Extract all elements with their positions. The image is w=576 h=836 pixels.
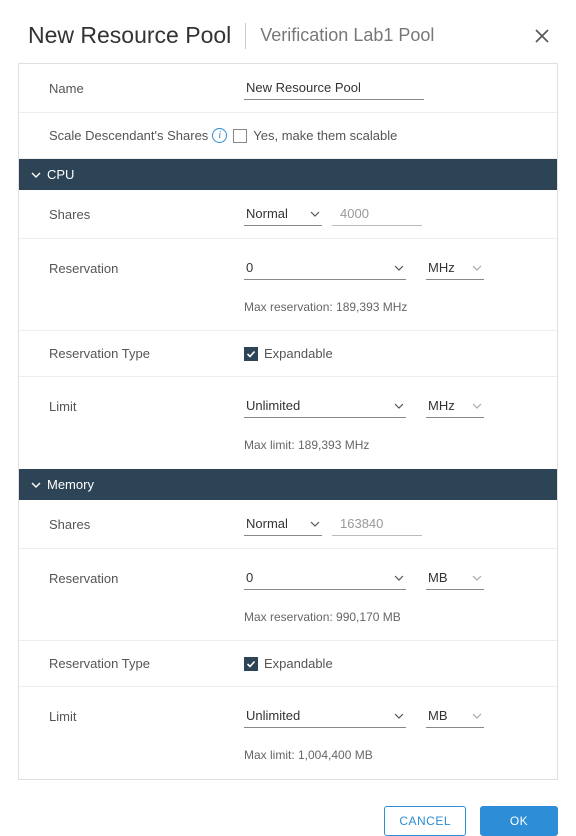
chevron-down-icon: [31, 480, 41, 490]
chevron-down-icon: [472, 401, 482, 411]
cpu-section-title: CPU: [47, 167, 74, 182]
memory-reservation-hint: Max reservation: 990,170 MB: [244, 610, 401, 624]
memory-reservation-hint-row: Max reservation: 990,170 MB: [19, 595, 557, 641]
memory-shares-level-select[interactable]: Normal: [244, 512, 322, 536]
memory-limit-unit: MB: [428, 708, 448, 723]
cpu-limit-hint-row: Max limit: 189,393 MHz: [19, 423, 557, 469]
memory-section-title: Memory: [47, 477, 94, 492]
memory-reservation-unit-select[interactable]: MB: [426, 566, 484, 590]
memory-limit-row: Limit Unlimited MB: [19, 687, 557, 733]
cpu-limit-label: Limit: [49, 399, 244, 414]
cpu-limit-unit-select[interactable]: MHz: [426, 394, 484, 418]
cpu-reservation-hint-row: Max reservation: 189,393 MHz: [19, 285, 557, 331]
scale-label: Scale Descendant's Shares: [49, 128, 208, 143]
cpu-reservation-unit-select[interactable]: MHz: [426, 256, 484, 280]
memory-limit-hint-row: Max limit: 1,004,400 MB: [19, 733, 557, 779]
cpu-reservation-row: Reservation 0 MHz: [19, 239, 557, 285]
chevron-down-icon: [310, 519, 320, 529]
chevron-down-icon: [394, 573, 404, 583]
memory-section-header[interactable]: Memory: [19, 469, 557, 500]
dialog: New Resource Pool Verification Lab1 Pool…: [0, 0, 576, 720]
chevron-down-icon: [472, 573, 482, 583]
memory-reservation-row: Reservation 0 MB: [19, 549, 557, 595]
name-row: Name: [19, 64, 557, 113]
close-icon: [534, 28, 550, 44]
name-label: Name: [49, 81, 244, 96]
cpu-reservation-type-row: Reservation Type Expandable: [19, 331, 557, 377]
memory-limit-label: Limit: [49, 709, 244, 724]
memory-reservation-select[interactable]: 0: [244, 566, 406, 590]
cpu-reservation-type-label: Reservation Type: [49, 346, 244, 361]
memory-shares-value-input: [332, 512, 422, 536]
cpu-limit-value: Unlimited: [246, 398, 300, 413]
cpu-limit-hint: Max limit: 189,393 MHz: [244, 438, 369, 452]
divider: [245, 23, 246, 49]
memory-shares-label: Shares: [49, 517, 244, 532]
memory-shares-row: Shares Normal: [19, 500, 557, 549]
memory-reservation-type-label: Reservation Type: [49, 656, 244, 671]
memory-reservation-type-row: Reservation Type Expandable: [19, 641, 557, 687]
memory-shares-level-value: Normal: [246, 516, 288, 531]
cpu-expandable-label: Expandable: [264, 346, 333, 361]
memory-reservation-value: 0: [246, 570, 253, 585]
name-input[interactable]: [244, 76, 424, 100]
memory-limit-value: Unlimited: [246, 708, 300, 723]
close-button[interactable]: [530, 24, 554, 48]
cpu-shares-level-value: Normal: [246, 206, 288, 221]
cpu-reservation-value: 0: [246, 260, 253, 275]
info-icon[interactable]: i: [212, 128, 227, 143]
chevron-down-icon: [31, 170, 41, 180]
memory-limit-unit-select[interactable]: MB: [426, 704, 484, 728]
cancel-button[interactable]: Cancel: [384, 806, 466, 836]
cpu-reservation-select[interactable]: 0: [244, 256, 406, 280]
dialog-footer: Cancel OK: [18, 806, 558, 836]
cpu-reservation-hint: Max reservation: 189,393 MHz: [244, 300, 407, 314]
memory-reservation-label: Reservation: [49, 571, 244, 586]
cpu-reservation-unit: MHz: [428, 260, 455, 275]
scale-checkbox-label: Yes, make them scalable: [253, 128, 397, 143]
cpu-expandable-checkbox[interactable]: Expandable: [244, 346, 333, 361]
checkbox-icon: [233, 129, 247, 143]
checkbox-checked-icon: [244, 657, 258, 671]
form-panel: Name Scale Descendant's Shares i Yes, ma…: [18, 63, 558, 780]
cpu-shares-label: Shares: [49, 207, 244, 222]
dialog-subtitle: Verification Lab1 Pool: [260, 25, 434, 46]
memory-expandable-label: Expandable: [264, 656, 333, 671]
scale-row: Scale Descendant's Shares i Yes, make th…: [19, 113, 557, 159]
checkbox-checked-icon: [244, 347, 258, 361]
cpu-limit-unit: MHz: [428, 398, 455, 413]
memory-expandable-checkbox[interactable]: Expandable: [244, 656, 333, 671]
cpu-section-header[interactable]: CPU: [19, 159, 557, 190]
cpu-reservation-label: Reservation: [49, 261, 244, 276]
chevron-down-icon: [472, 711, 482, 721]
chevron-down-icon: [394, 711, 404, 721]
memory-limit-hint: Max limit: 1,004,400 MB: [244, 748, 373, 762]
chevron-down-icon: [394, 263, 404, 273]
cpu-shares-row: Shares Normal: [19, 190, 557, 239]
memory-limit-select[interactable]: Unlimited: [244, 704, 406, 728]
chevron-down-icon: [310, 209, 320, 219]
chevron-down-icon: [472, 263, 482, 273]
dialog-header: New Resource Pool Verification Lab1 Pool: [18, 12, 558, 63]
ok-button[interactable]: OK: [480, 806, 558, 836]
dialog-title: New Resource Pool: [28, 22, 231, 49]
cpu-shares-value-input: [332, 202, 422, 226]
chevron-down-icon: [394, 401, 404, 411]
scale-checkbox[interactable]: Yes, make them scalable: [233, 128, 397, 143]
cpu-shares-level-select[interactable]: Normal: [244, 202, 322, 226]
memory-reservation-unit: MB: [428, 570, 448, 585]
cpu-limit-row: Limit Unlimited MHz: [19, 377, 557, 423]
cpu-limit-select[interactable]: Unlimited: [244, 394, 406, 418]
